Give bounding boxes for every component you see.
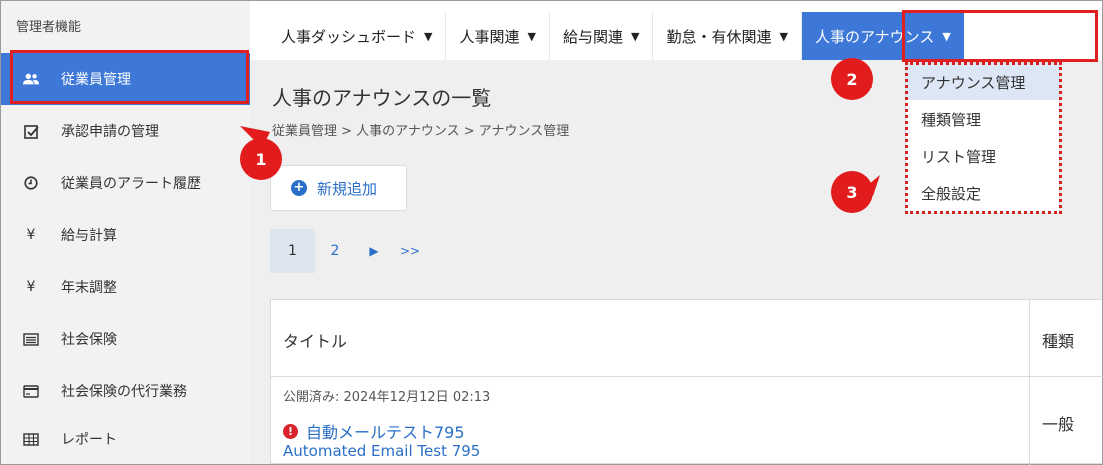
callout-tails <box>240 65 880 196</box>
callout-badge-3: 3 <box>831 171 873 213</box>
callout-badge-2: 2 <box>831 58 873 100</box>
callout-badge-1: 1 <box>240 138 282 180</box>
